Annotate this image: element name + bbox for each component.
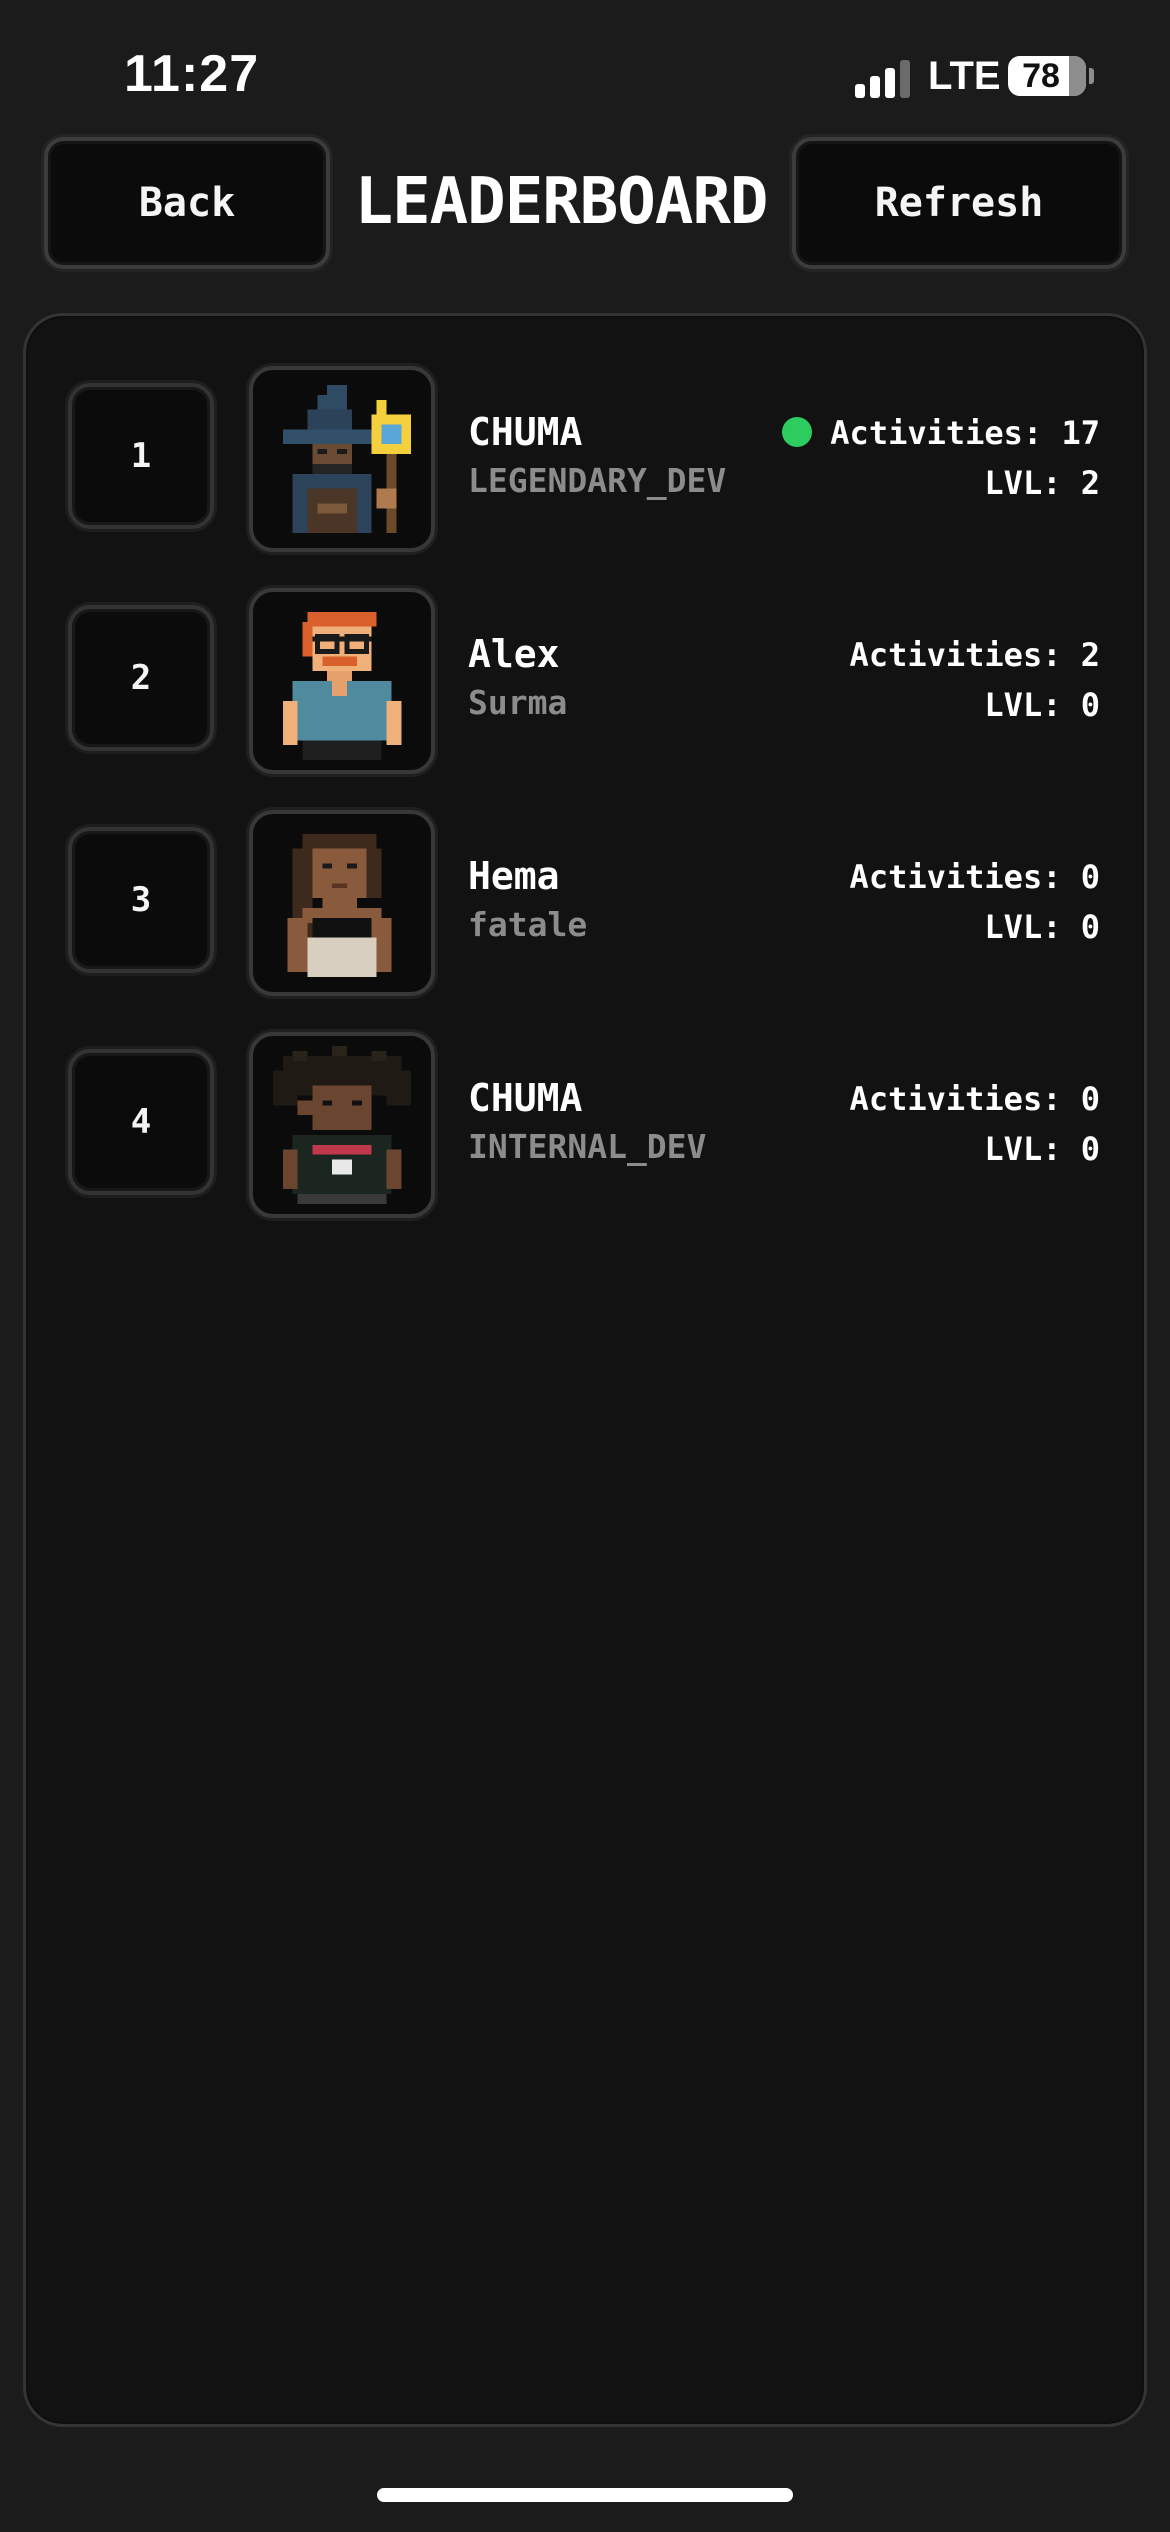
wizard-avatar-icon [263, 380, 421, 538]
avatar [249, 1032, 435, 1218]
player-title: Surma [468, 683, 568, 722]
battery-level: 78 [1022, 57, 1060, 95]
level-value: LVL: 0 [984, 686, 1100, 724]
leaderboard-row[interactable]: 1 CHUMA LEGENDARY_DEV Activities: 17 LVL… [26, 366, 1144, 556]
online-status-icon [782, 417, 813, 447]
player-name: CHUMA [468, 410, 583, 454]
page-title: LEADERBOARD [354, 165, 769, 239]
avatar [249, 588, 435, 774]
avatar [249, 366, 435, 552]
level-value: LVL: 0 [984, 1130, 1100, 1168]
back-button[interactable]: Back [44, 137, 330, 269]
glasses-avatar-icon [263, 602, 421, 760]
rank-badge: 4 [68, 1049, 214, 1195]
activities-count: Activities: 0 [849, 858, 1100, 896]
activities-count: Activities: 0 [849, 1080, 1100, 1118]
leaderboard-row[interactable]: 3 Hema fatale Activities: 0 LVL: 0 [26, 810, 1144, 1000]
leaderboard-row[interactable]: 4 CHUMA INTERNAL_DEV Activities: 0 LVL: … [26, 1032, 1144, 1222]
battery-cap [1089, 68, 1094, 84]
player-stats: Activities: 17 LVL: 2 [782, 408, 1100, 508]
long-hair-avatar-icon [263, 824, 421, 982]
network-type: LTE [928, 54, 1001, 98]
activities-count: Activities: 2 [849, 636, 1100, 674]
cellular-signal-icon [855, 58, 915, 98]
leaderboard-panel: 1 CHUMA LEGENDARY_DEV Activities: 17 LVL… [23, 313, 1147, 2427]
status-bar: 11:27 LTE 78 [0, 0, 1170, 150]
rank-badge: 1 [68, 383, 214, 529]
player-name: Hema [468, 854, 560, 898]
avatar [249, 810, 435, 996]
rank-badge: 2 [68, 605, 214, 751]
player-title: fatale [468, 905, 588, 944]
curly-hair-avatar-icon [263, 1046, 421, 1204]
level-value: LVL: 2 [984, 464, 1100, 502]
level-value: LVL: 0 [984, 908, 1100, 946]
status-time: 11:27 [124, 45, 260, 103]
home-indicator[interactable] [377, 2488, 793, 2502]
player-stats: Activities: 2 LVL: 0 [850, 630, 1100, 730]
rank-badge: 3 [68, 827, 214, 973]
activities-count: Activities: 17 [830, 414, 1100, 452]
player-stats: Activities: 0 LVL: 0 [850, 1074, 1100, 1174]
leaderboard-row[interactable]: 2 Alex Surma Activities: 2 LVL: 0 [26, 588, 1144, 778]
player-name: CHUMA [468, 1076, 583, 1120]
player-stats: Activities: 0 LVL: 0 [850, 852, 1100, 952]
refresh-button[interactable]: Refresh [792, 137, 1126, 269]
player-name: Alex [468, 632, 560, 676]
battery-icon: 78 [1008, 56, 1086, 96]
player-title: INTERNAL_DEV [468, 1127, 707, 1166]
player-title: LEGENDARY_DEV [468, 461, 727, 500]
